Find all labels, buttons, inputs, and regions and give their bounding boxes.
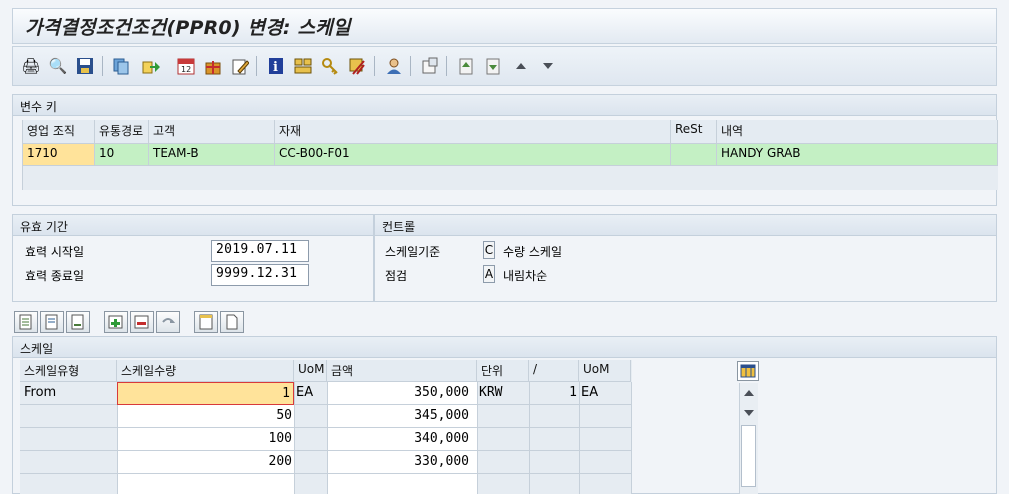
details-button[interactable] — [194, 311, 218, 333]
check-text: 내림차순 — [503, 269, 548, 283]
cell-rest[interactable] — [671, 144, 717, 166]
gift-icon[interactable] — [203, 56, 223, 76]
col-header-customer: 고객 — [149, 120, 275, 144]
edit-icon[interactable] — [230, 56, 250, 76]
col-header-uom: UoM — [294, 360, 327, 382]
user-icon[interactable] — [384, 56, 404, 76]
row1-per[interactable]: 1 — [529, 382, 579, 405]
col-header-rest: ReSt — [671, 120, 717, 144]
check-field[interactable]: A — [483, 265, 495, 283]
col-header-sales-org: 영업 조직 — [23, 120, 95, 144]
table-columns-icon — [740, 364, 756, 378]
col-header-uom2: UoM — [579, 360, 631, 382]
cell-distribution-channel[interactable]: 10 — [95, 144, 149, 166]
variable-key-title: 변수 키 — [20, 100, 57, 114]
valid-to-input[interactable]: 9999.12.31 — [211, 264, 309, 286]
scissors-icon[interactable] — [347, 56, 367, 76]
col-header-distribution-channel: 유통경로 — [95, 120, 149, 144]
row4-amount[interactable]: 330,000 — [327, 451, 477, 474]
scroll-thumb[interactable] — [741, 425, 756, 487]
key-icon[interactable] — [320, 56, 340, 76]
export-icon[interactable] — [141, 56, 161, 76]
row3-amount[interactable]: 340,000 — [327, 428, 477, 451]
row1-scale-qty-input[interactable]: 1 — [117, 382, 294, 405]
col-header-unit: 단위 — [477, 360, 529, 382]
undo-button[interactable] — [156, 311, 180, 333]
scroll-down-icon[interactable] — [743, 407, 755, 421]
row1-amount[interactable]: 350,000 — [327, 382, 477, 405]
row3-scale-qty[interactable]: 100 — [117, 428, 294, 451]
valid-to-label: 효력 종료일 — [25, 269, 85, 283]
cell-customer[interactable]: TEAM-B — [149, 144, 275, 166]
variable-key-table: 영업 조직 유통경로 고객 자재 ReSt 내역 1710 10 TEAM-B … — [22, 120, 998, 190]
row1-unit[interactable]: KRW — [477, 382, 529, 405]
cell-material[interactable]: CC-B00-F01 — [275, 144, 671, 166]
find-icon[interactable]: 🔍 — [48, 56, 68, 76]
cell-sales-org[interactable]: 1710 — [23, 144, 95, 166]
arrow-down-icon[interactable] — [538, 56, 558, 76]
svg-text:12: 12 — [181, 65, 191, 74]
row1-uom2[interactable]: EA — [579, 382, 631, 405]
arrow-up-icon[interactable] — [511, 56, 531, 76]
scroll-up-icon[interactable] — [743, 387, 755, 401]
col-header-per: / — [529, 360, 579, 382]
layout-icon[interactable] — [293, 56, 313, 76]
window-icon[interactable] — [420, 56, 440, 76]
select-all-button[interactable] — [14, 311, 38, 333]
print-icon[interactable]: 🖨 — [21, 56, 41, 76]
column-settings-button[interactable] — [737, 361, 759, 381]
col-header-amount: 금액 — [327, 360, 477, 382]
vertical-scrollbar[interactable] — [739, 383, 758, 494]
col-header-description: 내역 — [717, 120, 998, 144]
valid-from-input[interactable]: 2019.07.11 — [211, 240, 309, 262]
col-header-material: 자재 — [275, 120, 671, 144]
doc-down-icon[interactable] — [483, 56, 503, 76]
col-header-scale-qty: 스케일수량 — [117, 360, 294, 382]
delete-row-button[interactable] — [130, 311, 154, 333]
row2-amount[interactable]: 345,000 — [327, 405, 477, 428]
row2-scale-qty[interactable]: 50 — [117, 405, 294, 428]
validity-period-title: 유효 기간 — [20, 220, 68, 234]
row4-scale-qty[interactable]: 200 — [117, 451, 294, 474]
scale-basis-text: 수량 스케일 — [503, 245, 563, 259]
page-title: 가격결정조건조건(PPR0) 변경: 스케일 — [25, 17, 351, 39]
validity-period-group: 유효 기간 효력 시작일 2019.07.11 효력 종료일 9999.12.3… — [12, 214, 374, 302]
doc-up-icon[interactable] — [456, 56, 476, 76]
valid-from-label: 효력 시작일 — [25, 245, 85, 259]
calendar-icon[interactable]: 12 — [176, 56, 196, 76]
new-document-button[interactable] — [220, 311, 244, 333]
cell-description[interactable]: HANDY GRAB — [717, 144, 998, 166]
check-label: 점검 — [385, 269, 408, 283]
scale-title: 스케일 — [20, 342, 54, 356]
scale-basis-label: 스케일기준 — [385, 245, 441, 259]
row1-scale-type: From — [20, 382, 117, 405]
application-toolbar: 🖨 🔍 12 i — [12, 46, 997, 86]
insert-row-button[interactable] — [104, 311, 128, 333]
title-bar: 가격결정조건조건(PPR0) 변경: 스케일 — [12, 8, 997, 44]
control-group: 컨트롤 스케일기준 C 수량 스케일 점검 A 내림차순 — [374, 214, 997, 302]
scale-basis-field[interactable]: C — [483, 241, 495, 259]
svg-text:i: i — [273, 60, 278, 75]
deselect-all-button[interactable] — [66, 311, 90, 333]
save-icon[interactable] — [75, 56, 95, 76]
row1-uom[interactable]: EA — [294, 382, 327, 405]
col-header-scale-type: 스케일유형 — [20, 360, 117, 382]
scale-table: 스케일유형 스케일수량 UoM 금액 단위 / UoM From 1 EA 35… — [20, 360, 632, 494]
info-icon[interactable]: i — [266, 56, 286, 76]
select-block-button[interactable] — [40, 311, 64, 333]
control-title: 컨트롤 — [382, 220, 416, 234]
copy-icon[interactable] — [111, 56, 131, 76]
